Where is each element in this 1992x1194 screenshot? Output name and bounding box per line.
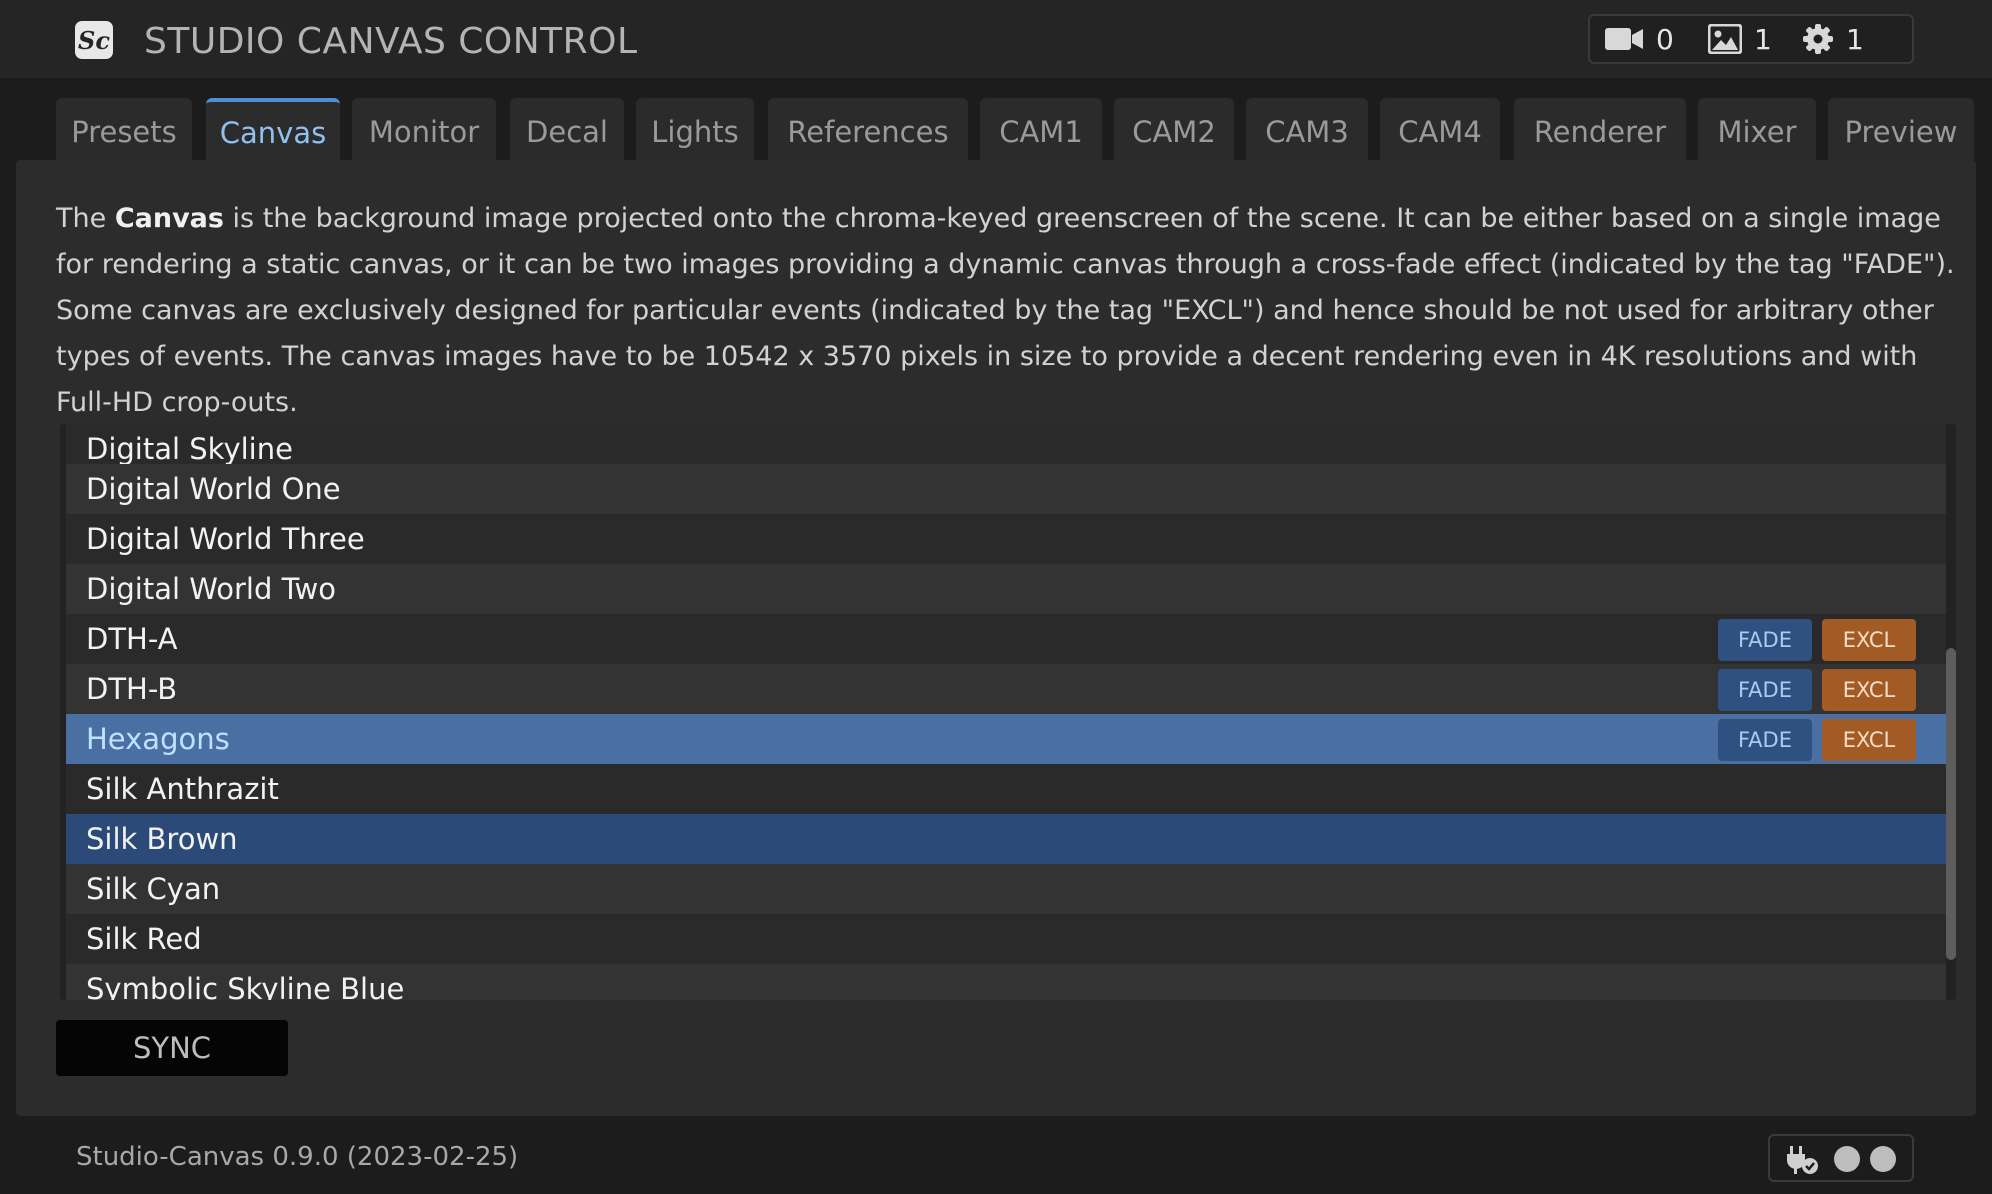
tab-cam4[interactable]: CAM4 xyxy=(1380,98,1500,160)
fade-tag: FADE xyxy=(1718,719,1812,761)
gear-icon xyxy=(1802,23,1834,55)
app-footer: Studio-Canvas 0.9.0 (2023-02-25) xyxy=(0,1116,1992,1194)
image-stat: 1 xyxy=(1708,16,1772,62)
tab-cam3[interactable]: CAM3 xyxy=(1246,98,1368,160)
list-item[interactable]: Digital World One xyxy=(66,464,1946,514)
gear-count: 1 xyxy=(1846,22,1864,56)
tab-references[interactable]: References xyxy=(768,98,968,160)
connection-status xyxy=(1768,1134,1914,1182)
tab-canvas[interactable]: Canvas xyxy=(206,98,340,160)
fade-tag: FADE xyxy=(1718,619,1812,661)
list-item[interactable]: Digital World Three xyxy=(66,514,1946,564)
tab-cam1[interactable]: CAM1 xyxy=(980,98,1102,160)
list-item[interactable]: Digital World Two xyxy=(66,564,1946,614)
list-item-label: Digital World Two xyxy=(86,572,336,606)
sync-button[interactable]: SYNC xyxy=(56,1020,288,1076)
fade-tag: FADE xyxy=(1718,669,1812,711)
tab-mixer[interactable]: Mixer xyxy=(1698,98,1816,160)
list-item[interactable]: Silk Red xyxy=(66,914,1946,964)
list-item-label: Digital World One xyxy=(86,472,341,506)
list-item-active[interactable]: Silk Brown xyxy=(66,814,1946,864)
video-stat: 0 xyxy=(1604,16,1674,62)
image-icon xyxy=(1708,24,1742,54)
list-scrollbar[interactable] xyxy=(1946,648,1956,960)
gear-stat: 1 xyxy=(1802,16,1864,62)
status-dot xyxy=(1834,1146,1860,1172)
sc-logo-icon: Sc xyxy=(74,20,114,60)
excl-tag: EXCL xyxy=(1822,719,1916,761)
excl-tag: EXCL xyxy=(1822,669,1916,711)
list-item-label: Silk Brown xyxy=(86,822,238,856)
list-item-label: Hexagons xyxy=(86,722,230,756)
tab-monitor[interactable]: Monitor xyxy=(352,98,496,160)
video-camera-icon xyxy=(1604,26,1644,52)
svg-text:Sc: Sc xyxy=(78,26,110,55)
tab-cam2[interactable]: CAM2 xyxy=(1114,98,1234,160)
status-dot xyxy=(1870,1146,1896,1172)
app-title: STUDIO CANVAS CONTROL xyxy=(144,21,638,62)
list-item-label: DTH-A xyxy=(86,622,178,656)
list-item[interactable]: DTH-B FADE EXCL xyxy=(66,664,1946,714)
version-label: Studio-Canvas 0.9.0 (2023-02-25) xyxy=(76,1142,519,1172)
tab-presets[interactable]: Presets xyxy=(56,98,192,160)
canvas-description: The Canvas is the background image proje… xyxy=(56,196,1956,426)
list-item-selected[interactable]: Hexagons FADE EXCL xyxy=(66,714,1946,764)
tab-renderer[interactable]: Renderer xyxy=(1514,98,1686,160)
list-item-label: Silk Cyan xyxy=(86,872,221,906)
list-item-label: Symbolic Skyline Blue xyxy=(86,972,405,1000)
video-count: 0 xyxy=(1656,22,1674,56)
list-item-label: DTH-B xyxy=(86,672,178,706)
description-prefix: The xyxy=(56,203,115,234)
description-text: is the background image projected onto t… xyxy=(56,203,1955,418)
image-count: 1 xyxy=(1754,22,1772,56)
list-item[interactable]: Silk Cyan xyxy=(66,864,1946,914)
plug-connected-icon xyxy=(1784,1144,1820,1180)
list-item[interactable]: DTH-A FADE EXCL xyxy=(66,614,1946,664)
excl-tag: EXCL xyxy=(1822,619,1916,661)
list-item-label: Digital World Three xyxy=(86,522,365,556)
description-bold: Canvas xyxy=(114,203,224,234)
canvas-list: Digital Skyline Digital World One Digita… xyxy=(60,424,1956,1000)
app-header: Sc STUDIO CANVAS CONTROL 0 1 1 xyxy=(0,0,1992,78)
canvas-panel: The Canvas is the background image proje… xyxy=(16,160,1976,1116)
tab-lights[interactable]: Lights xyxy=(636,98,754,160)
tab-preview[interactable]: Preview xyxy=(1828,98,1974,160)
list-item[interactable]: Silk Anthrazit xyxy=(66,764,1946,814)
list-item[interactable]: Symbolic Skyline Blue xyxy=(66,964,1946,1000)
tab-decal[interactable]: Decal xyxy=(510,98,624,160)
stats-bar: 0 1 1 xyxy=(1588,14,1914,64)
list-item-label: Silk Anthrazit xyxy=(86,772,279,806)
list-item-label: Silk Red xyxy=(86,922,202,956)
